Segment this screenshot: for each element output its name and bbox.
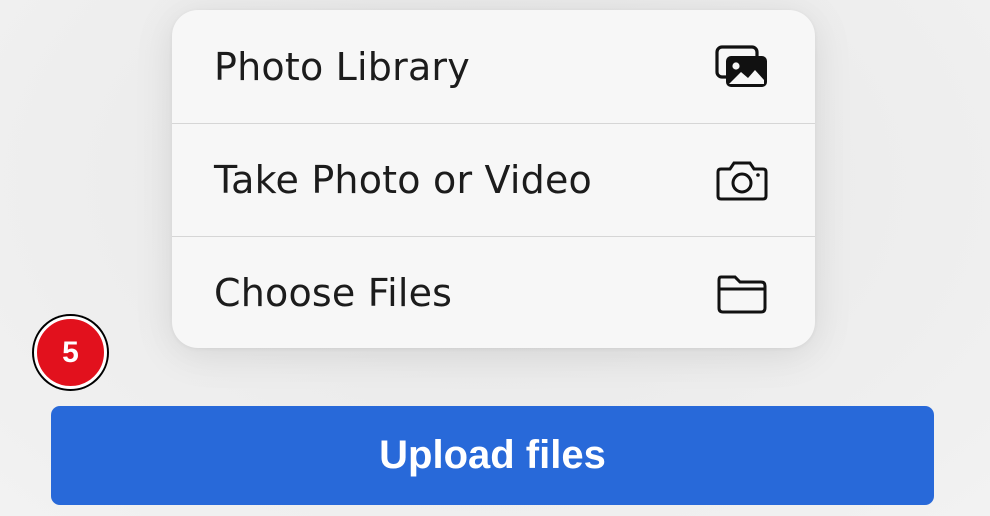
file-source-menu: Photo Library Take Photo or Video Choose…	[172, 10, 815, 348]
menu-item-photo-library[interactable]: Photo Library	[172, 10, 815, 123]
menu-item-choose-files[interactable]: Choose Files	[172, 236, 815, 348]
step-number-badge: 5	[34, 316, 107, 389]
photo-library-icon	[715, 44, 769, 89]
camera-icon	[715, 158, 769, 202]
upload-files-button[interactable]: Upload files	[51, 406, 934, 505]
menu-item-take-photo[interactable]: Take Photo or Video	[172, 123, 815, 236]
folder-icon	[715, 271, 769, 315]
menu-item-label: Choose Files	[214, 271, 453, 315]
menu-item-label: Take Photo or Video	[214, 158, 593, 202]
menu-item-label: Photo Library	[214, 44, 470, 89]
